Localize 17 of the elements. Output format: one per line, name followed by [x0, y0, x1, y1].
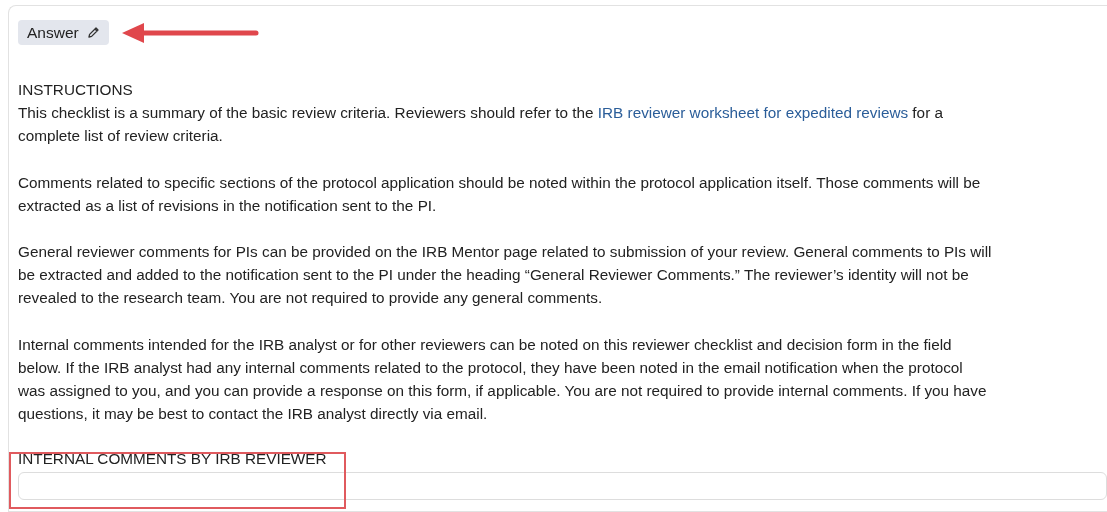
pencil-icon	[86, 26, 100, 39]
instruction-line: be extracted and added to the notification sent to the PI under the heading “General Reviewer Comments.” The reviewer’s identity will not be	[18, 265, 969, 286]
instruction-line: was assigned to you, and you can provide a response on this form, if applicable. You are not required to provide internal comments. If you have	[18, 381, 987, 402]
instruction-line: below. If the IRB analyst had any internal comments related to the protocol, they have been noted in the email notification when the protocol	[18, 357, 963, 378]
instruction-line: questions, it may be best to contact the IRB analyst directly via email.	[18, 404, 488, 425]
worksheet-link[interactable]: IRB reviewer worksheet for expedited reviews	[597, 104, 909, 122]
comments-field[interactable]	[18, 472, 1107, 501]
instruction-line: Comments related to specific sections of the protocol application should be noted within the protocol application itself. Those comments will be	[18, 172, 981, 193]
instruction-line: extracted as a list of revisions in the notification sent to the PI.	[18, 195, 437, 216]
instruction-line: complete list of review criteria.	[18, 126, 223, 147]
instruction-line: revealed to the research team. You are not required to provide any general comments.	[18, 288, 603, 309]
answer-button[interactable]: Answer	[18, 20, 109, 45]
instruction-line: Internal comments intended for the IRB analyst or for other reviewers can be noted on this reviewer checklist and decision form in the field	[18, 334, 952, 355]
section-heading: INSTRUCTIONS	[18, 80, 134, 100]
instruction-line: General reviewer comments for PIs can be provided on the IRB Mentor page related to submission of your review. General comments to PIs will	[18, 242, 992, 262]
field-label: INTERNAL COMMENTS BY IRB REVIEWER	[18, 449, 327, 470]
instruction-line: This checklist is a summary of the basic review criteria. Reviewers should refer to the IRB reviewer worksheet for expedited reviews for a	[18, 103, 943, 124]
